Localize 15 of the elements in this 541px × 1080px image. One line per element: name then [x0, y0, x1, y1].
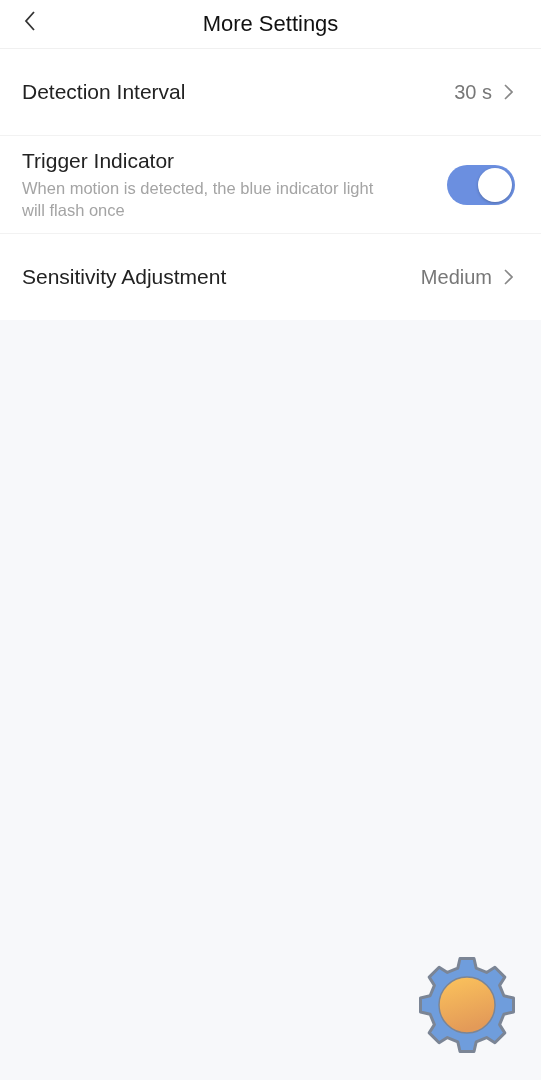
chevron-icon — [504, 269, 513, 285]
settings-row[interactable]: Sensitivity Adjustment Medium — [0, 234, 541, 320]
setting-value: 30 s — [454, 80, 492, 104]
chevron-icon — [504, 84, 513, 100]
setting-label: Detection Interval — [22, 80, 186, 104]
setting-label: Trigger Indicator — [22, 148, 176, 173]
gear-icon[interactable] — [418, 956, 516, 1054]
setting-value: Medium — [420, 265, 492, 289]
setting-description: When motion is detected, the blue indicator light will flash once — [22, 177, 375, 221]
back-icon — [24, 11, 36, 31]
settings-row[interactable]: Detection Interval 30 s — [0, 49, 541, 136]
page-title: More Settings — [202, 11, 339, 37]
back-button[interactable] — [22, 9, 38, 33]
setting-label: Sensitivity Adjustment — [22, 265, 227, 289]
toggle-switch[interactable] — [447, 164, 515, 205]
